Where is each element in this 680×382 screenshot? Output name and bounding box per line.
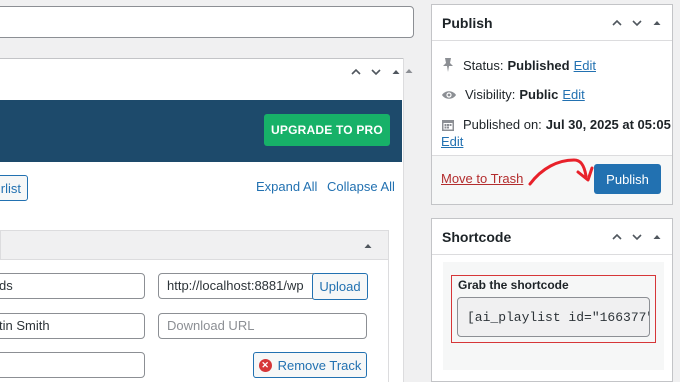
collapse-all-link[interactable]: Collapse All — [327, 179, 395, 194]
caret-up-icon[interactable] — [652, 18, 662, 28]
chevron-down-icon[interactable] — [371, 67, 381, 77]
publish-box-controls — [612, 18, 662, 28]
publish-box-header: Publish — [432, 5, 672, 41]
visibility-row: Visibility: Public Edit — [441, 87, 585, 102]
eye-icon — [442, 90, 456, 99]
publish-box-title: Publish — [442, 14, 493, 31]
scrollbar[interactable] — [403, 58, 414, 382]
track-artist-field[interactable]: tin Smith — [0, 313, 145, 339]
status-label: Status: — [463, 57, 504, 73]
visibility-edit-link[interactable]: Edit — [562, 87, 584, 102]
status-value: Published — [507, 57, 570, 73]
published-on-row: Published on: Jul 30, 2025 at 05:05 — [441, 117, 671, 132]
chevron-down-icon[interactable] — [632, 232, 642, 242]
upgrade-to-pro-button[interactable]: UPGRADE TO PRO — [264, 114, 390, 146]
scroll-up-icon[interactable] — [404, 66, 414, 76]
chevron-up-icon[interactable] — [612, 18, 622, 28]
caret-up-icon[interactable] — [363, 241, 373, 251]
shortcode-box-controls — [612, 232, 662, 242]
calendar-icon — [442, 119, 454, 131]
remove-icon: ✕ — [258, 358, 272, 372]
visibility-value: Public — [519, 87, 559, 102]
track-extra-field[interactable] — [0, 352, 145, 378]
shortcode-box-header: Shortcode — [432, 219, 672, 255]
expand-all-link[interactable]: Expand All — [256, 179, 317, 194]
annotation-arrow-icon — [528, 158, 594, 186]
visibility-label: Visibility: — [465, 87, 516, 102]
track-url-field[interactable]: http://localhost:8881/wp — [158, 273, 314, 299]
shortcode-field[interactable]: [ai_playlist id="166377"] — [457, 297, 650, 337]
published-on-label: Published on: — [463, 117, 542, 132]
download-url-field[interactable]: Download URL — [158, 313, 367, 339]
remove-track-button[interactable]: ✕ Remove Track — [253, 352, 367, 378]
publish-button[interactable]: Publish — [594, 164, 661, 194]
post-title-input[interactable] — [0, 6, 414, 38]
track-title-field[interactable]: ds — [0, 273, 145, 299]
remove-track-label: Remove Track — [277, 357, 362, 373]
grab-shortcode-label: Grab the shortcode — [458, 278, 569, 292]
chevron-up-icon[interactable] — [351, 67, 361, 77]
chevron-up-icon[interactable] — [612, 232, 622, 242]
track-header[interactable] — [0, 230, 389, 260]
chevron-down-icon[interactable] — [632, 18, 642, 28]
shortcode-box-title: Shortcode — [442, 228, 512, 245]
caret-up-icon[interactable] — [652, 232, 662, 242]
add-playlist-button[interactable]: rlist — [0, 175, 28, 201]
published-on-edit-link[interactable]: Edit — [441, 134, 463, 149]
status-edit-link[interactable]: Edit — [574, 58, 596, 73]
upload-button[interactable]: Upload — [312, 273, 368, 300]
caret-up-icon[interactable] — [391, 67, 401, 77]
pin-icon — [443, 58, 453, 72]
status-row: Status: Published Edit — [441, 57, 596, 73]
main-box-controls — [351, 67, 401, 77]
move-to-trash-link[interactable]: Move to Trash — [441, 171, 523, 186]
published-on-value: Jul 30, 2025 at 05:05 — [545, 117, 671, 132]
